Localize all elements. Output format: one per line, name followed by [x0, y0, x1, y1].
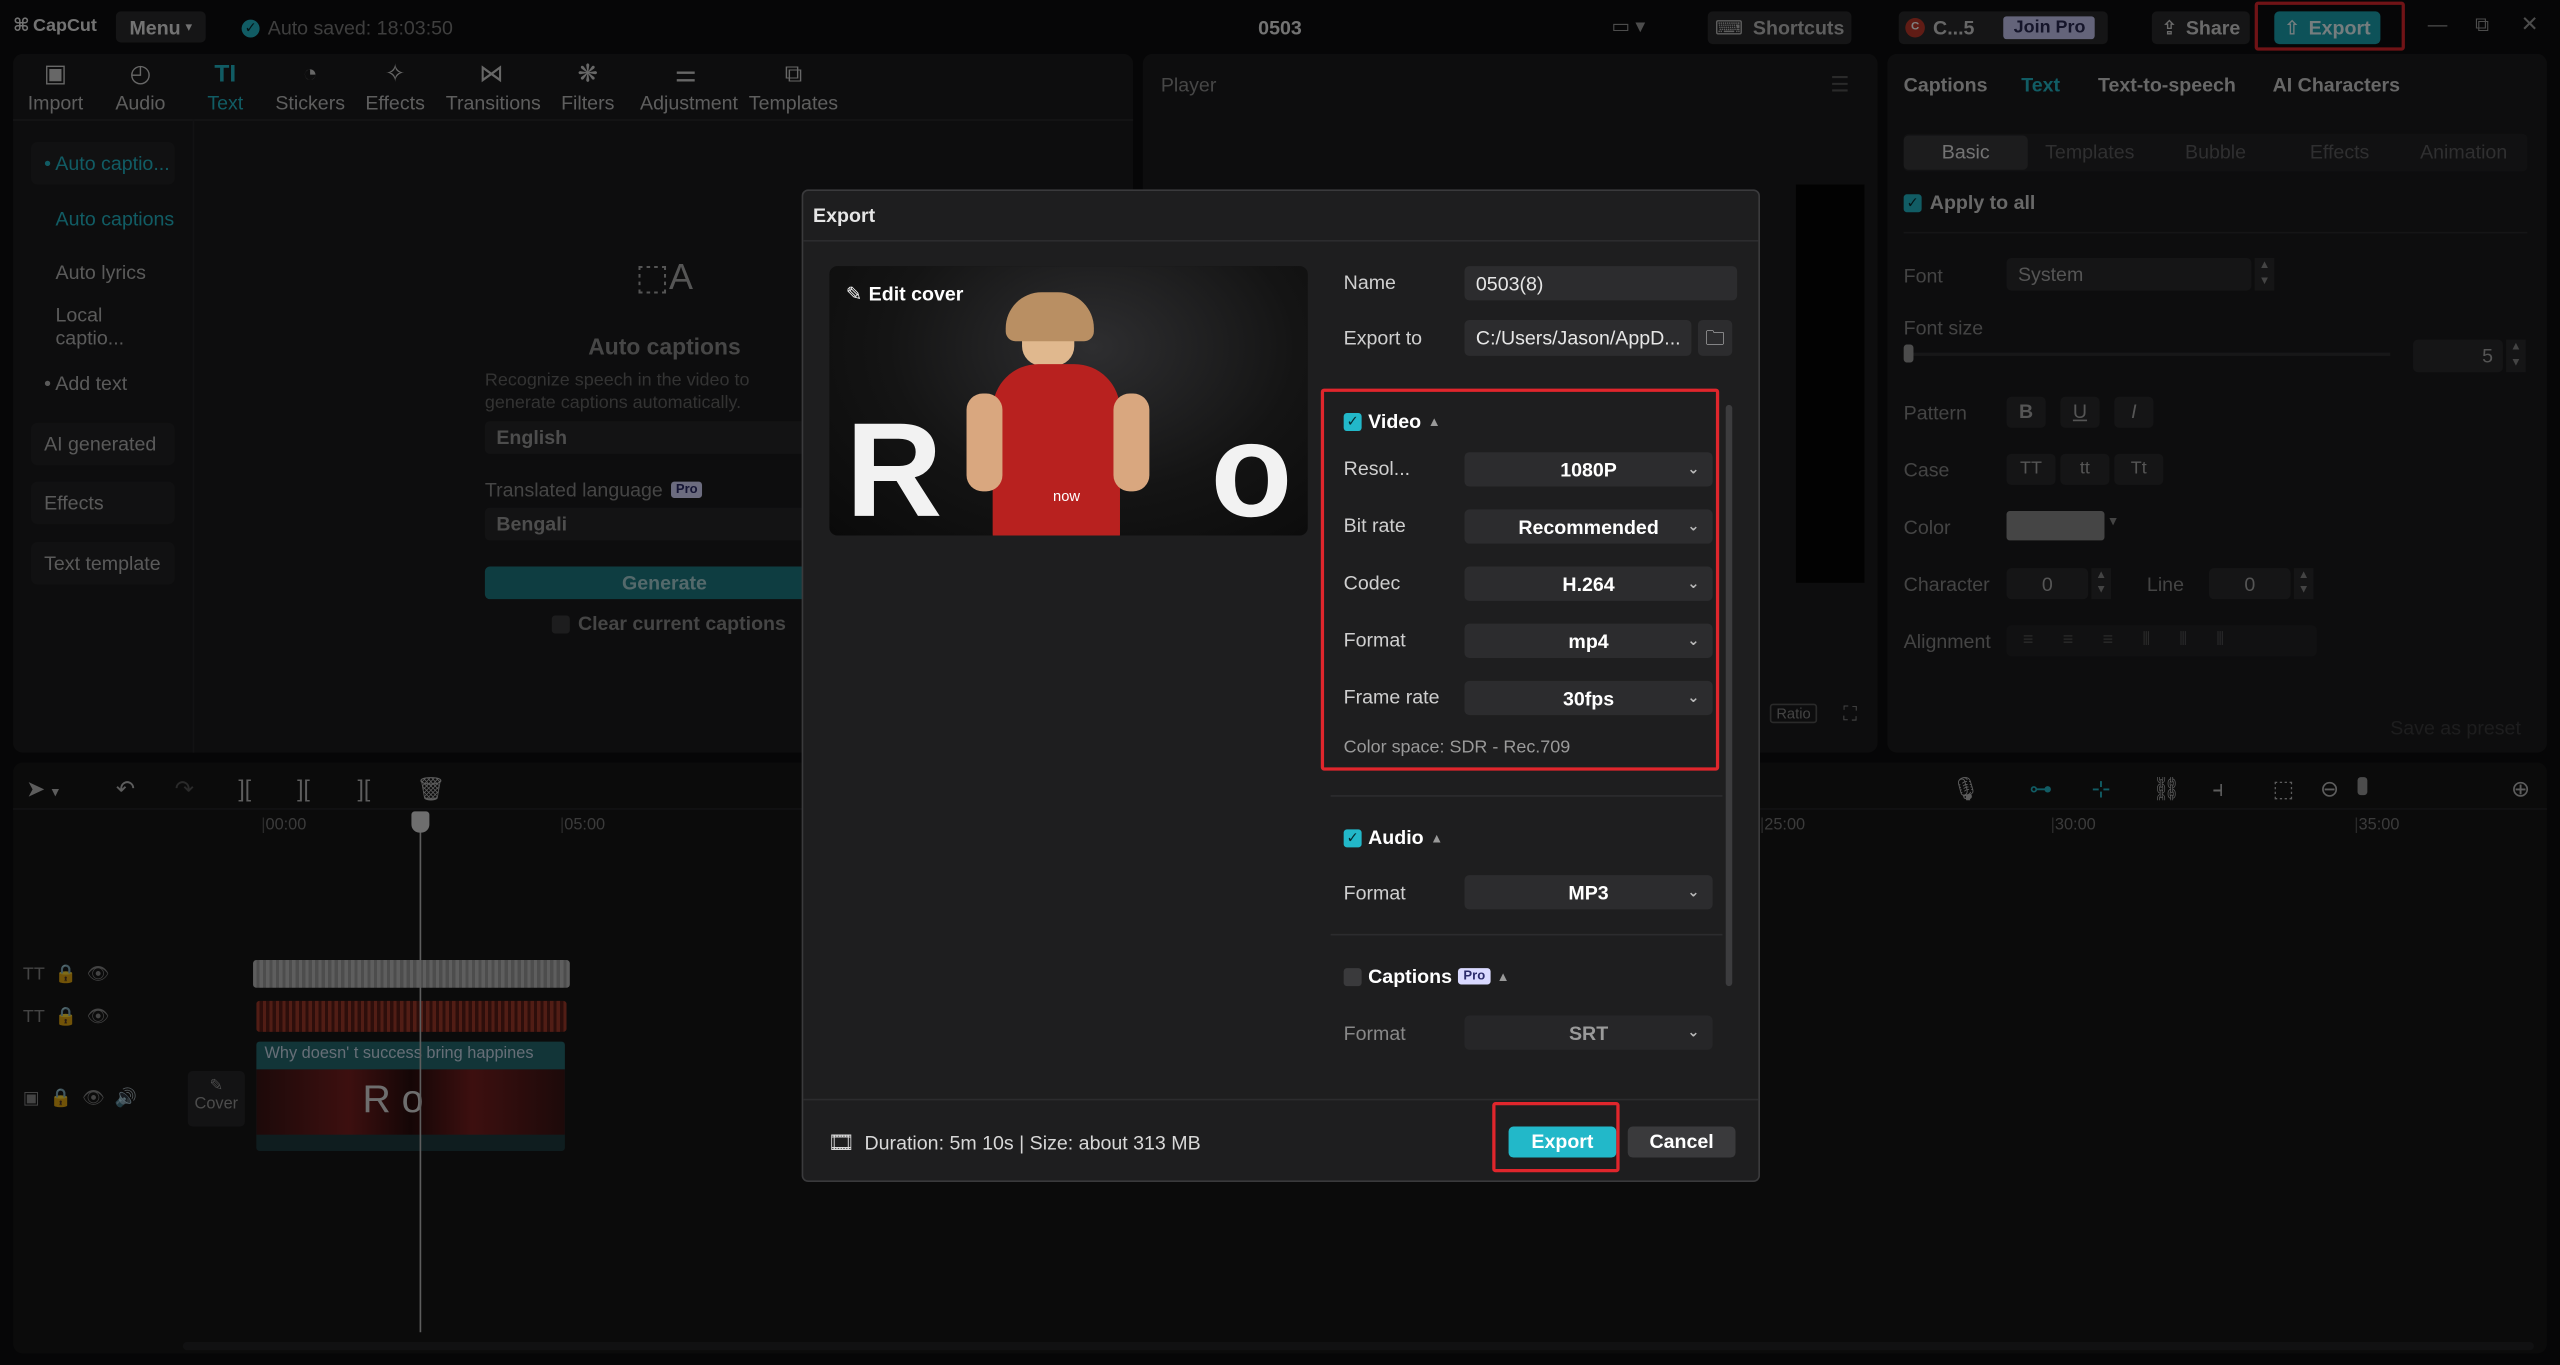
edit-cover-button[interactable]: ✎ Edit cover: [846, 282, 964, 305]
name-input[interactable]: 0503(8): [1464, 266, 1738, 301]
cover-preview[interactable]: R o now: [829, 266, 1308, 536]
export-path-input[interactable]: C:/Users/Jason/AppD...: [1464, 319, 1692, 356]
audio-section-toggle[interactable]: ✓ Audio ▲: [1343, 826, 1443, 849]
film-icon: 🎞: [827, 1129, 855, 1155]
collapse-icon[interactable]: ▲: [1497, 969, 1510, 984]
presenter-hair: [1005, 292, 1094, 342]
video-divider: [1330, 795, 1723, 797]
folder-icon[interactable]: 🗀: [1697, 319, 1733, 356]
preview-caption: now: [1053, 488, 1081, 505]
captions-format-select[interactable]: SRT ⌄: [1464, 1015, 1713, 1050]
dialog-scrollbar[interactable]: [1725, 404, 1733, 987]
highlight-video-settings: [1320, 388, 1720, 771]
collapse-icon[interactable]: ▲: [1430, 830, 1443, 845]
name-label: Name: [1343, 271, 1396, 294]
chevron-down-icon: ⌄: [1687, 1023, 1700, 1040]
pro-badge: Pro: [1458, 968, 1491, 985]
audio-format-select[interactable]: MP3 ⌄: [1464, 875, 1713, 910]
captions-format-label: Format: [1343, 1022, 1406, 1045]
highlight-export-button: [1492, 1102, 1620, 1173]
audio-divider: [1330, 933, 1723, 936]
chevron-down-icon: ⌄: [1687, 883, 1700, 900]
captions-section-toggle[interactable]: Captions Pro ▲: [1343, 965, 1510, 988]
presenter-arm-right: [1113, 393, 1150, 492]
audio-format-label: Format: [1343, 881, 1406, 905]
presenter-body: [992, 364, 1120, 536]
dialog-header-divider: [803, 239, 1759, 242]
pencil-icon: ✎: [845, 282, 863, 306]
cancel-button[interactable]: Cancel: [1627, 1126, 1736, 1158]
presenter-arm-left: [966, 393, 1003, 492]
export-summary: 🎞 Duration: 5m 10s | Size: about 313 MB: [827, 1129, 1201, 1155]
export-to-label: Export to: [1343, 326, 1423, 350]
dialog-footer-divider: [803, 1098, 1759, 1101]
dialog-title: Export: [813, 204, 876, 227]
